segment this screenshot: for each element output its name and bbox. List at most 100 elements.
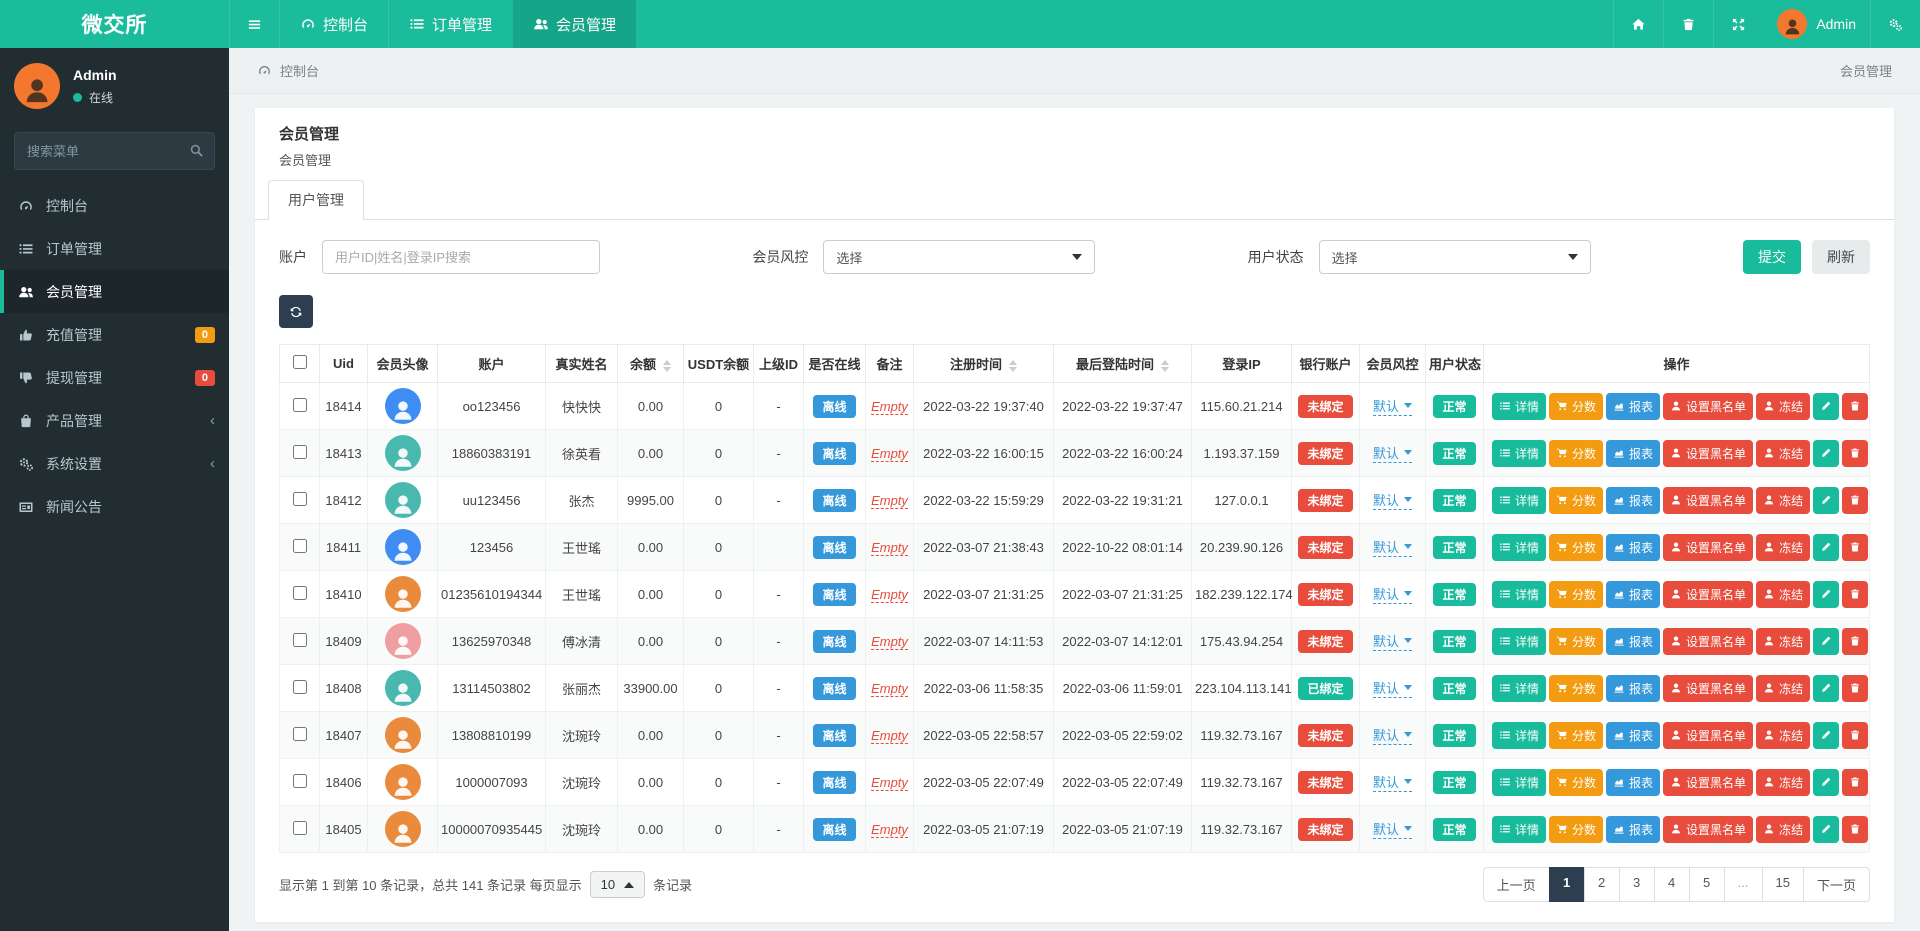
reload-table-button[interactable] bbox=[279, 295, 313, 328]
detail-button[interactable]: 详情 bbox=[1492, 769, 1546, 796]
page-1[interactable]: 1 bbox=[1549, 867, 1585, 902]
home-button[interactable] bbox=[1613, 0, 1663, 48]
blacklist-button[interactable]: 设置黑名单 bbox=[1663, 581, 1753, 608]
status-select[interactable]: 选择 bbox=[1319, 240, 1591, 274]
search-icon[interactable] bbox=[189, 143, 204, 158]
score-button[interactable]: 分数 bbox=[1549, 440, 1603, 467]
score-button[interactable]: 分数 bbox=[1549, 722, 1603, 749]
report-button[interactable]: 报表 bbox=[1606, 393, 1660, 420]
edit-button[interactable] bbox=[1813, 769, 1839, 796]
remark-link[interactable]: Empty bbox=[871, 540, 908, 556]
sidebar-toggle-button[interactable] bbox=[229, 0, 279, 48]
blacklist-button[interactable]: 设置黑名单 bbox=[1663, 534, 1753, 561]
blacklist-button[interactable]: 设置黑名单 bbox=[1663, 722, 1753, 749]
risk-select[interactable]: 选择 bbox=[823, 240, 1095, 274]
row-checkbox[interactable] bbox=[293, 727, 307, 741]
row-checkbox[interactable] bbox=[293, 492, 307, 506]
delete-button[interactable] bbox=[1842, 675, 1868, 702]
risk-dropdown[interactable]: 默认 bbox=[1373, 584, 1412, 604]
edit-button[interactable] bbox=[1813, 581, 1839, 608]
score-button[interactable]: 分数 bbox=[1549, 534, 1603, 561]
detail-button[interactable]: 详情 bbox=[1492, 534, 1546, 561]
risk-dropdown[interactable]: 默认 bbox=[1373, 772, 1412, 792]
blacklist-button[interactable]: 设置黑名单 bbox=[1663, 393, 1753, 420]
blacklist-button[interactable]: 设置黑名单 bbox=[1663, 628, 1753, 655]
sidebar-item-news[interactable]: 新闻公告 bbox=[0, 485, 229, 528]
sidebar-item-settings[interactable]: 系统设置‹ bbox=[0, 442, 229, 485]
report-button[interactable]: 报表 bbox=[1606, 628, 1660, 655]
edit-button[interactable] bbox=[1813, 393, 1839, 420]
edit-button[interactable] bbox=[1813, 675, 1839, 702]
edit-button[interactable] bbox=[1813, 487, 1839, 514]
account-search-input[interactable] bbox=[322, 240, 600, 274]
col-header-reg_time[interactable]: 注册时间 bbox=[914, 345, 1054, 383]
edit-button[interactable] bbox=[1813, 628, 1839, 655]
score-button[interactable]: 分数 bbox=[1549, 816, 1603, 843]
blacklist-button[interactable]: 设置黑名单 bbox=[1663, 816, 1753, 843]
page-4[interactable]: 4 bbox=[1654, 867, 1690, 902]
sort-icon[interactable] bbox=[1161, 360, 1169, 372]
freeze-button[interactable]: 冻结 bbox=[1756, 675, 1810, 702]
risk-dropdown[interactable]: 默认 bbox=[1373, 443, 1412, 463]
detail-button[interactable]: 详情 bbox=[1492, 487, 1546, 514]
page-3[interactable]: 3 bbox=[1619, 867, 1655, 902]
submit-button[interactable]: 提交 bbox=[1743, 240, 1801, 274]
report-button[interactable]: 报表 bbox=[1606, 487, 1660, 514]
risk-dropdown[interactable]: 默认 bbox=[1373, 819, 1412, 839]
freeze-button[interactable]: 冻结 bbox=[1756, 487, 1810, 514]
breadcrumb-left[interactable]: 控制台 bbox=[280, 61, 319, 80]
delete-button[interactable] bbox=[1842, 769, 1868, 796]
row-checkbox[interactable] bbox=[293, 398, 307, 412]
freeze-button[interactable]: 冻结 bbox=[1756, 816, 1810, 843]
risk-dropdown[interactable]: 默认 bbox=[1373, 678, 1412, 698]
page-next[interactable]: 下一页 bbox=[1803, 867, 1870, 902]
remark-link[interactable]: Empty bbox=[871, 587, 908, 603]
navbar-user-menu[interactable]: Admin bbox=[1763, 0, 1870, 48]
risk-dropdown[interactable]: 默认 bbox=[1373, 537, 1412, 557]
delete-button[interactable] bbox=[1842, 440, 1868, 467]
blacklist-button[interactable]: 设置黑名单 bbox=[1663, 675, 1753, 702]
row-checkbox[interactable] bbox=[293, 821, 307, 835]
report-button[interactable]: 报表 bbox=[1606, 534, 1660, 561]
blacklist-button[interactable]: 设置黑名单 bbox=[1663, 440, 1753, 467]
tab-user-management[interactable]: 用户管理 bbox=[268, 180, 364, 220]
search-input[interactable] bbox=[14, 132, 215, 170]
freeze-button[interactable]: 冻结 bbox=[1756, 440, 1810, 467]
edit-button[interactable] bbox=[1813, 440, 1839, 467]
score-button[interactable]: 分数 bbox=[1549, 581, 1603, 608]
remark-link[interactable]: Empty bbox=[871, 634, 908, 650]
delete-button[interactable] bbox=[1842, 487, 1868, 514]
risk-dropdown[interactable]: 默认 bbox=[1373, 725, 1412, 745]
report-button[interactable]: 报表 bbox=[1606, 675, 1660, 702]
sidebar-item-orders[interactable]: 订单管理 bbox=[0, 227, 229, 270]
detail-button[interactable]: 详情 bbox=[1492, 440, 1546, 467]
row-checkbox[interactable] bbox=[293, 586, 307, 600]
col-header-last_time[interactable]: 最后登陆时间 bbox=[1054, 345, 1192, 383]
sort-icon[interactable] bbox=[663, 360, 671, 372]
delete-button[interactable] bbox=[1842, 393, 1868, 420]
score-button[interactable]: 分数 bbox=[1549, 628, 1603, 655]
remark-link[interactable]: Empty bbox=[871, 822, 908, 838]
remark-link[interactable]: Empty bbox=[871, 728, 908, 744]
remark-link[interactable]: Empty bbox=[871, 399, 908, 415]
page-ellipsis[interactable]: ... bbox=[1724, 867, 1763, 902]
detail-button[interactable]: 详情 bbox=[1492, 816, 1546, 843]
remark-link[interactable]: Empty bbox=[871, 775, 908, 791]
col-header-balance[interactable]: 余额 bbox=[618, 345, 684, 383]
settings-button[interactable] bbox=[1870, 0, 1920, 48]
sidebar-item-products[interactable]: 产品管理‹ bbox=[0, 399, 229, 442]
page-size-select[interactable]: 10 bbox=[590, 871, 645, 898]
delete-button[interactable] bbox=[1842, 816, 1868, 843]
report-button[interactable]: 报表 bbox=[1606, 722, 1660, 749]
freeze-button[interactable]: 冻结 bbox=[1756, 722, 1810, 749]
score-button[interactable]: 分数 bbox=[1549, 675, 1603, 702]
select-all-checkbox[interactable] bbox=[293, 355, 307, 369]
delete-button[interactable] bbox=[1842, 722, 1868, 749]
edit-button[interactable] bbox=[1813, 816, 1839, 843]
row-checkbox[interactable] bbox=[293, 680, 307, 694]
page-2[interactable]: 2 bbox=[1584, 867, 1620, 902]
score-button[interactable]: 分数 bbox=[1549, 487, 1603, 514]
edit-button[interactable] bbox=[1813, 722, 1839, 749]
sidebar-item-members[interactable]: 会员管理 bbox=[0, 270, 229, 313]
detail-button[interactable]: 详情 bbox=[1492, 581, 1546, 608]
